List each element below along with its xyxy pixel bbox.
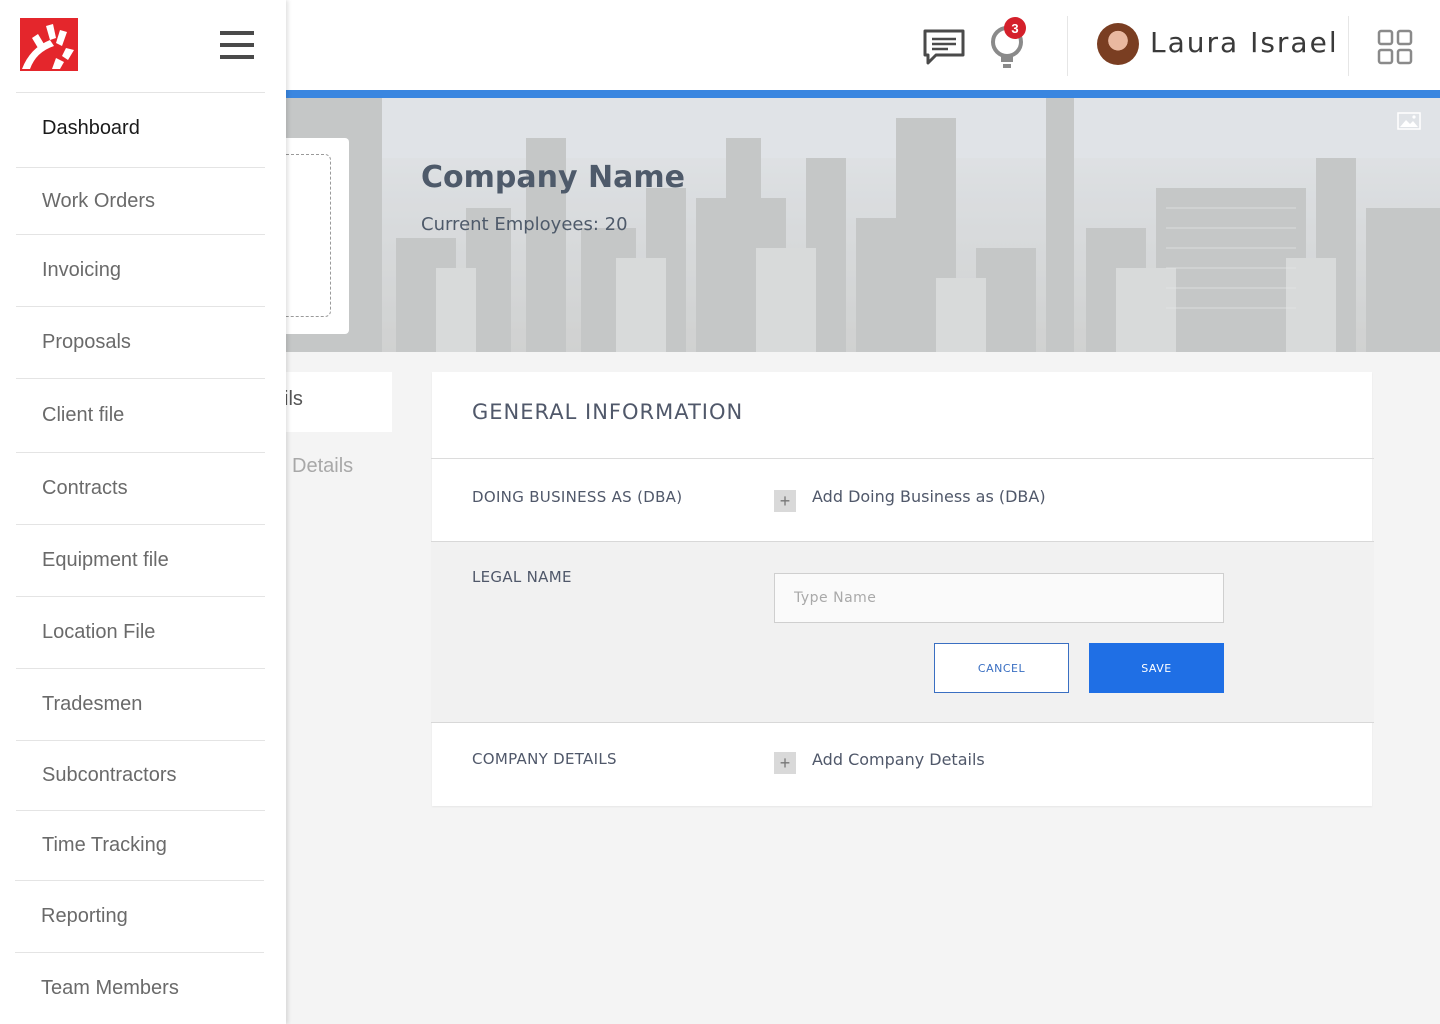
- card-title: GENERAL INFORMATION: [472, 400, 744, 424]
- header-divider: [1348, 16, 1349, 76]
- sidebar-item-tradesmen[interactable]: Tradesmen: [16, 668, 265, 740]
- sidebar-item-dashboard[interactable]: Dashboard: [16, 92, 265, 163]
- sidebar-item-label: Reporting: [41, 905, 128, 927]
- sidebar-item-subcontractors[interactable]: Subcontractors: [16, 740, 265, 810]
- header-divider: [1067, 16, 1068, 76]
- sidebar-item-equipment-file[interactable]: Equipment file: [16, 524, 265, 596]
- logo-dropzone[interactable]: [286, 154, 331, 317]
- sidebar-item-label: Proposals: [42, 331, 131, 353]
- sidebar-item-time-tracking[interactable]: Time Tracking: [16, 810, 265, 880]
- sidebar-item-location-file[interactable]: Location File: [16, 596, 265, 668]
- tab-label: ils: [286, 388, 303, 410]
- sidebar-item-label: Client file: [42, 404, 125, 426]
- sidebar-item-team-members[interactable]: Team Members: [15, 952, 264, 1024]
- save-button[interactable]: SAVE: [1089, 643, 1224, 693]
- sidebar-item-contracts[interactable]: Contracts: [16, 452, 265, 524]
- sidebar-item-label: Location File: [42, 621, 156, 643]
- sidebar-item-proposals[interactable]: Proposals: [16, 306, 265, 378]
- company-details-label: COMPANY DETAILS: [472, 750, 617, 768]
- legal-name-label: LEGAL NAME: [472, 568, 572, 586]
- sidebar-item-label: Time Tracking: [42, 834, 167, 856]
- apps-grid-icon[interactable]: [1374, 26, 1416, 68]
- add-dba-link[interactable]: Add Doing Business as (DBA): [812, 487, 1046, 506]
- company-name: Company Name: [421, 160, 685, 195]
- sidebar-item-work-orders[interactable]: Work Orders: [16, 167, 265, 234]
- add-company-details-link[interactable]: Add Company Details: [812, 750, 985, 769]
- sidebar-item-reporting[interactable]: Reporting: [15, 880, 264, 952]
- dba-label: DOING BUSINESS AS (DBA): [472, 488, 683, 506]
- sidebar-item-label: Equipment file: [42, 549, 169, 571]
- company-details-row: COMPANY DETAILS + Add Company Details: [431, 722, 1374, 806]
- general-information-card: GENERAL INFORMATION DOING BUSINESS AS (D…: [431, 372, 1374, 806]
- dba-row: DOING BUSINESS AS (DBA) + Add Doing Busi…: [431, 458, 1374, 542]
- legal-name-input[interactable]: [774, 573, 1224, 623]
- avatar[interactable]: [1097, 23, 1139, 65]
- sidebar-item-label: Dashboard: [42, 116, 140, 139]
- brand-logo[interactable]: [20, 18, 78, 71]
- sidebar-item-label: Team Members: [41, 977, 179, 999]
- sidebar-item-client-file[interactable]: Client file: [16, 378, 265, 452]
- sidebar-item-label: Work Orders: [42, 189, 155, 212]
- sidebar-item-label: Contracts: [42, 477, 128, 499]
- sidebar-item-label: Invoicing: [42, 259, 121, 281]
- company-logo-upload[interactable]: [286, 138, 349, 334]
- sidebar-drawer: Dashboard Work Orders Invoicing Proposals Cl…: [0, 0, 286, 1024]
- tab-details[interactable]: Details: [292, 455, 353, 478]
- cancel-button[interactable]: CANCEL: [934, 643, 1069, 693]
- add-dba-plus-icon[interactable]: +: [774, 490, 796, 512]
- image-icon[interactable]: [1397, 112, 1421, 130]
- sidebar-item-label: Tradesmen: [42, 693, 143, 715]
- tab-company-details[interactable]: ils: [286, 372, 392, 432]
- legal-name-row: LEGAL NAME CANCEL SAVE: [431, 541, 1374, 723]
- hamburger-menu-icon[interactable]: [220, 31, 254, 59]
- chat-icon[interactable]: [920, 26, 968, 68]
- notification-badge: 3: [1004, 17, 1026, 39]
- sidebar-item-label: Subcontractors: [42, 764, 177, 786]
- sidebar-item-invoicing[interactable]: Invoicing: [16, 234, 265, 306]
- employee-count: Current Employees: 20: [421, 214, 628, 235]
- user-name[interactable]: Laura Israel: [1150, 26, 1339, 59]
- add-company-details-plus-icon[interactable]: +: [774, 752, 796, 774]
